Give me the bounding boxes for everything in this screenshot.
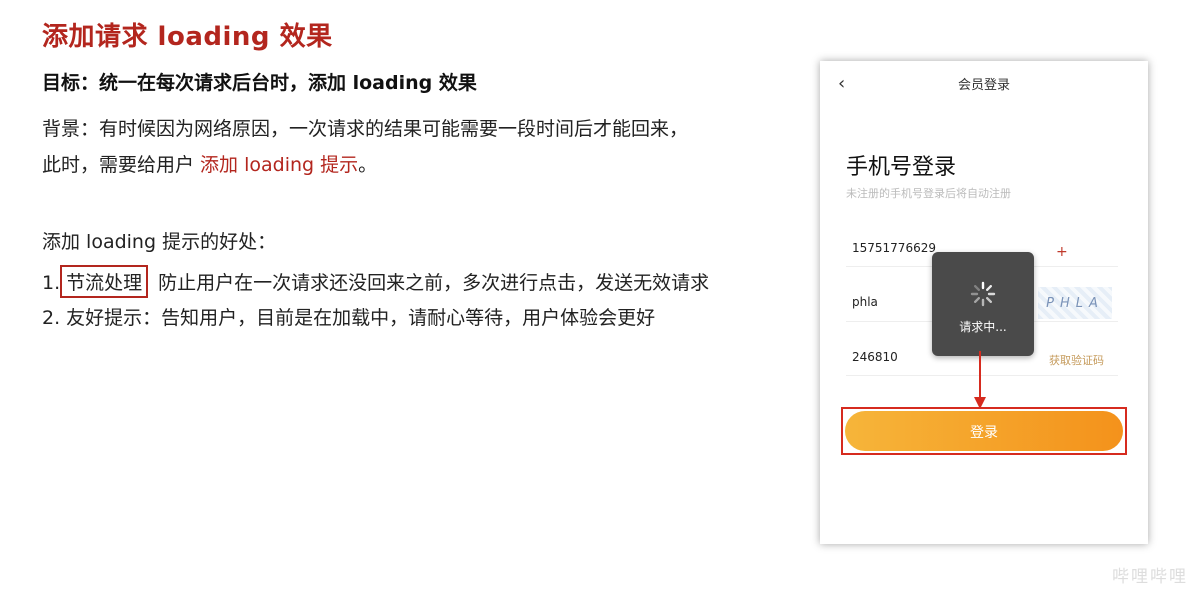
phone-number-field[interactable]: 15751776629 [852,241,936,255]
captcha-field[interactable]: phla [852,295,878,309]
plus-icon: + [1056,244,1068,260]
header-title: 会员登录 [957,78,1010,93]
captcha-image[interactable]: PHLA [1038,287,1112,319]
login-button[interactable]: 登录 [845,411,1123,451]
benefit-item-1: 1. 节流处理 防止用户在一次请求还没回来之前，多次进行点击，发送无效请求 [42,265,709,298]
benefit-item-1-number: 1. [42,272,61,294]
slide-title: 添加请求 loading 效果 [42,22,333,52]
spinner-icon [970,281,996,307]
throttle-highlight-box: 节流处理 [60,265,149,298]
login-subheading: 未注册的手机号登录后将自动注册 [846,187,1011,200]
background-line-2: 此时，需要给用户 添加 loading 提示。 [42,150,377,177]
sms-code-field[interactable]: 246810 [852,350,898,364]
phone-header: ‹ 会员登录 [820,61,1148,105]
phone-screenshot: ‹ 会员登录 手机号登录 未注册的手机号登录后将自动注册 15751776629… [820,61,1148,544]
background-highlight: 添加 loading 提示 [200,154,359,176]
login-heading: 手机号登录 [846,155,957,180]
goal-text: 目标：统一在每次请求后台时，添加 loading 效果 [42,72,477,94]
background-line-1: 背景：有时候因为网络原因，一次请求的结果可能需要一段时间后才能回来， [42,118,689,140]
benefits-title: 添加 loading 提示的好处： [42,231,277,253]
background-line-2-prefix: 此时，需要给用户 [42,154,201,176]
watermark-logo: 哔哩哔哩 [1112,567,1188,587]
loading-text: 请求中... [959,320,1007,334]
loading-toast: 请求中... [932,252,1034,356]
benefit-item-2: 2. 友好提示：告知用户，目前是在加载中，请耐心等待，用户体验会更好 [42,307,656,329]
benefit-item-1-text: 防止用户在一次请求还没回来之前，多次进行点击，发送无效请求 [158,272,710,294]
get-code-button[interactable]: 获取验证码 [1049,352,1104,368]
background-line-2-suffix: 。 [358,154,378,176]
annotation-arrow [974,351,986,409]
